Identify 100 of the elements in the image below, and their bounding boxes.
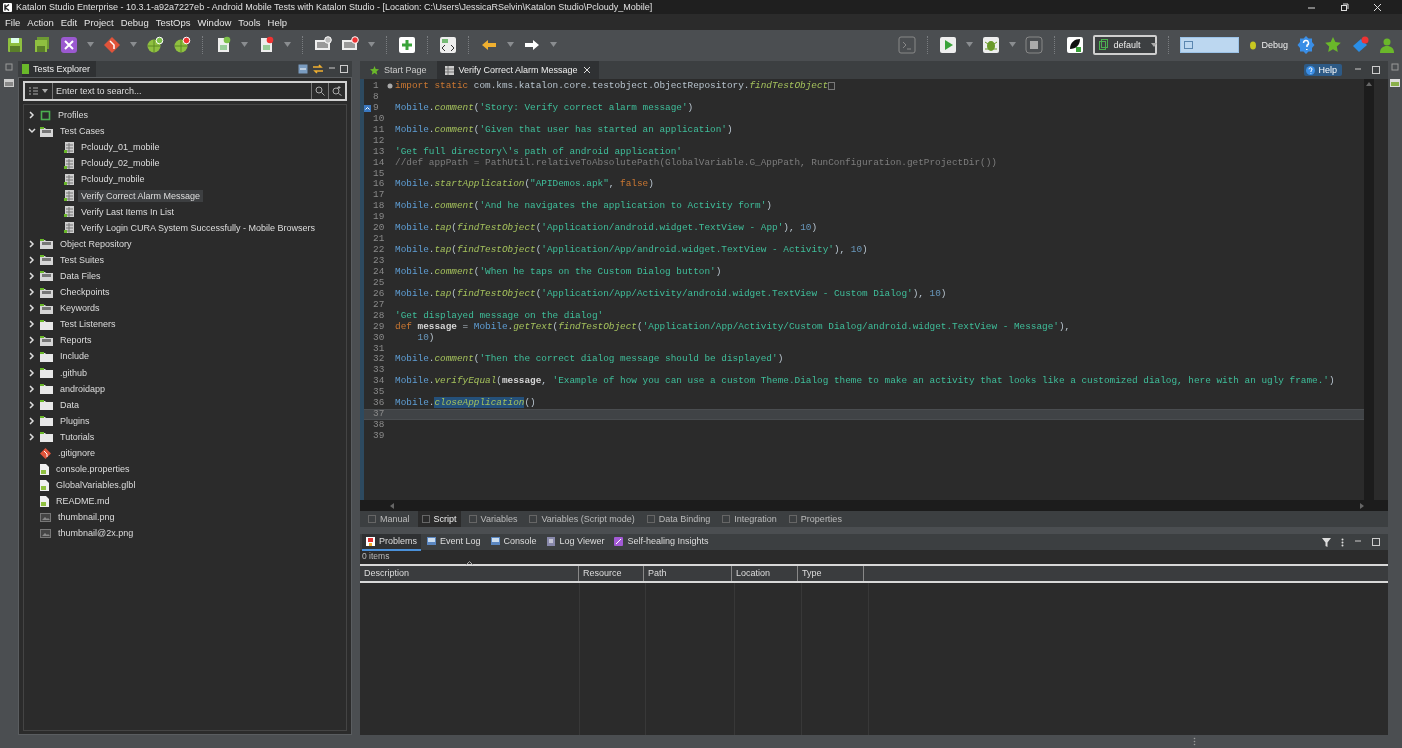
tree-item[interactable]: Keywords	[57, 302, 103, 315]
tree-item[interactable]: thumbnail@2x.png	[55, 527, 137, 540]
run-icon[interactable]	[939, 35, 958, 54]
panel-tab[interactable]: Tests Explorer	[22, 61, 97, 77]
menu-item[interactable]: TestOps	[154, 16, 197, 28]
chevron-right-icon[interactable]	[28, 368, 36, 377]
caret-icon[interactable]	[42, 89, 48, 93]
panel-tab[interactable]: Event Log	[423, 533, 485, 551]
chevron-right-icon[interactable]	[28, 255, 36, 264]
chevron-right-icon[interactable]	[28, 272, 36, 280]
tree-item[interactable]: Include	[57, 350, 93, 363]
debug-perspective-button[interactable]: Debug	[1248, 39, 1288, 50]
filter-icon[interactable]	[1322, 537, 1331, 547]
tree-item[interactable]: Data	[57, 398, 82, 411]
chevron-right-icon[interactable]	[28, 400, 36, 409]
view-tab[interactable]: Properties	[784, 511, 846, 527]
tree-item[interactable]: Verify Correct Alarm Message	[78, 189, 204, 202]
chevron-right-icon[interactable]	[28, 352, 36, 361]
scroll-up-icon[interactable]	[1366, 82, 1372, 86]
view-tab[interactable]: Variables	[464, 511, 522, 527]
save-icon[interactable]	[6, 35, 24, 54]
profile-dropdown[interactable]: default	[1093, 34, 1158, 55]
scroll-right-icon[interactable]	[1360, 502, 1364, 509]
tree-item[interactable]: Reports	[57, 334, 95, 347]
chevron-right-icon[interactable]	[28, 336, 36, 345]
panel-tab[interactable]: Console	[486, 533, 541, 551]
panel-tab[interactable]: Log Viewer	[542, 533, 609, 551]
maximize-icon[interactable]	[1372, 538, 1380, 546]
tree-item[interactable]: Profiles	[55, 109, 91, 122]
help-button[interactable]: Help	[1304, 64, 1342, 76]
tree-item[interactable]: README.md	[53, 495, 113, 508]
bug-icon[interactable]	[982, 35, 1001, 54]
chevron-right-icon[interactable]	[28, 111, 36, 120]
tree-item[interactable]: .gitignore	[55, 447, 99, 459]
column-header[interactable]: Type	[798, 566, 864, 581]
tree-item[interactable]: Verify Last Items In List	[78, 205, 178, 218]
editor-tab[interactable]: Start Page	[362, 61, 435, 79]
menu-item[interactable]: Edit	[59, 16, 84, 28]
menu-item[interactable]: File	[4, 16, 27, 28]
filter-list-icon[interactable]	[29, 87, 38, 95]
tree-item[interactable]: Pcloudy_mobile	[78, 173, 148, 186]
tree-item[interactable]: Data Files	[57, 270, 104, 282]
app-icon[interactable]	[60, 35, 78, 54]
tree-item[interactable]: androidapp	[57, 382, 109, 395]
perspective-button[interactable]	[1180, 36, 1240, 53]
view-tab[interactable]: Variables (Script mode)	[525, 511, 639, 527]
link-icon[interactable]	[312, 64, 324, 74]
tree-item[interactable]: Object Repository	[57, 237, 135, 250]
tree-item[interactable]: Plugins	[57, 414, 93, 427]
chevron-right-icon[interactable]	[28, 432, 36, 441]
tree-item[interactable]: Pcloudy_01_mobile	[78, 141, 163, 154]
panel-tab[interactable]: Self-healing Insights	[610, 533, 713, 551]
save-all-icon[interactable]	[33, 35, 51, 54]
column-header[interactable]: Resource	[579, 566, 644, 581]
advanced-search-icon[interactable]	[332, 86, 342, 96]
chevron-right-icon[interactable]	[28, 384, 36, 393]
tree-item[interactable]: Verify Login CURA System Successfully - Mobile Browsers	[78, 221, 319, 234]
tree-item[interactable]: Test Suites	[57, 253, 108, 266]
tree-item[interactable]: Test Listeners	[57, 318, 119, 331]
chevron-right-icon[interactable]	[28, 288, 36, 297]
tree-item[interactable]: GlobalVariables.glbl	[53, 479, 139, 492]
menu-item[interactable]: Debug	[119, 16, 155, 28]
column-header[interactable]: Location	[732, 566, 798, 581]
view-tab[interactable]: Integration	[718, 511, 781, 527]
more-icon[interactable]	[1341, 537, 1344, 547]
search-field[interactable]: Enter text to search...	[53, 84, 311, 98]
column-header[interactable]: Path	[644, 566, 732, 581]
tree-item[interactable]: Test Cases	[57, 125, 108, 138]
tree-item[interactable]: console.properties	[53, 463, 133, 476]
notification-icon[interactable]	[1351, 35, 1369, 54]
globe-record-icon[interactable]	[173, 35, 191, 54]
chevron-right-icon[interactable]	[28, 416, 36, 425]
fold-marker-icon[interactable]	[828, 82, 836, 91]
scroll-left-icon[interactable]	[390, 502, 394, 509]
column-header[interactable]: Description	[360, 566, 579, 581]
tree-item[interactable]: Pcloudy_02_mobile	[78, 157, 163, 170]
search-bar[interactable]: Enter text to search...	[23, 81, 347, 101]
star-icon[interactable]	[1324, 35, 1342, 54]
menu-item[interactable]: Window	[196, 16, 238, 28]
tree-item[interactable]: Tutorials	[57, 430, 98, 443]
view-tab[interactable]: Manual	[364, 511, 414, 527]
stop-icon[interactable]	[1025, 35, 1044, 54]
menu-item[interactable]: Tools	[237, 16, 267, 28]
menu-item[interactable]: Help	[266, 16, 294, 28]
view-tab[interactable]: Data Binding	[642, 511, 715, 527]
maximize-icon[interactable]	[1340, 2, 1349, 12]
chevron-right-icon[interactable]	[28, 239, 36, 248]
tree-item[interactable]: .github	[57, 366, 91, 379]
maximize-icon[interactable]	[340, 65, 348, 73]
globe-icon[interactable]	[146, 35, 164, 54]
chevron-down-icon[interactable]	[28, 127, 36, 136]
help-icon[interactable]	[1297, 35, 1315, 54]
panel-tab[interactable]: Problems	[362, 533, 421, 551]
expand-icon[interactable]	[387, 83, 393, 90]
menu-item[interactable]: Project	[83, 16, 120, 28]
code-icon[interactable]	[439, 35, 457, 54]
chevron-right-icon[interactable]	[28, 320, 36, 329]
collapse-icon[interactable]	[298, 64, 308, 74]
editor-tab[interactable]: Verify Correct Alarm Message	[436, 61, 599, 79]
tree-item[interactable]: thumbnail.png	[55, 511, 118, 524]
